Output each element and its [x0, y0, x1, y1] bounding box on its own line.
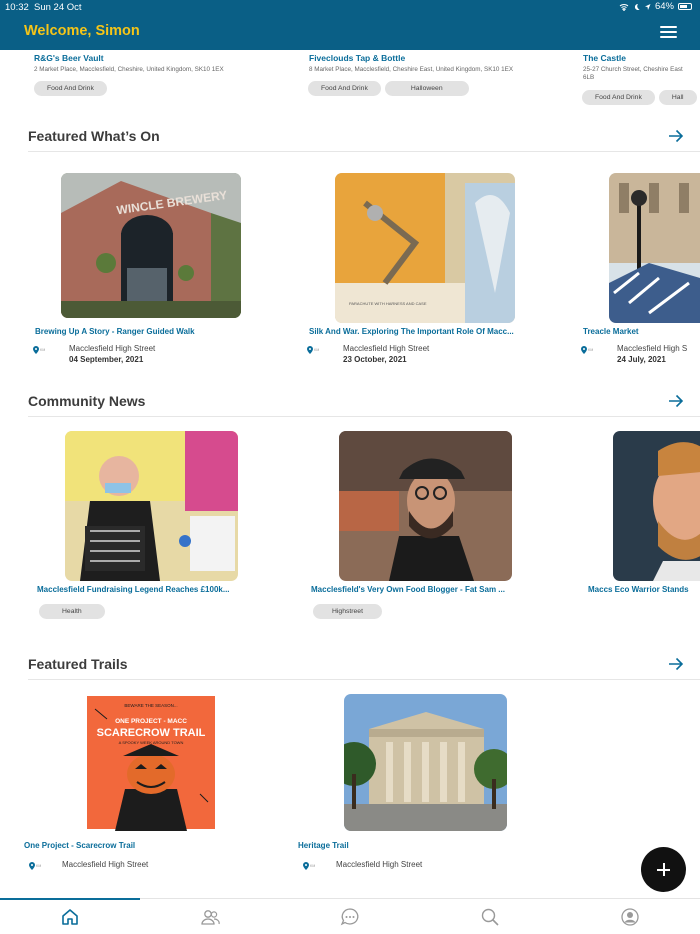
- people-icon[interactable]: [200, 907, 220, 927]
- news-title[interactable]: Macclesfield's Very Own Food Blogger - F…: [311, 585, 505, 594]
- section-title-whats-on: Featured What’s On: [28, 128, 160, 144]
- location-pin-icon: KM: [581, 346, 593, 354]
- trail-location: Macclesfield High Street: [62, 860, 149, 869]
- poster-sub-text: ONE PROJECT - MACC: [115, 718, 187, 725]
- venue-address: 8 Market Place, Macclesfield, Cheshire E…: [309, 66, 514, 73]
- news-tag-chip[interactable]: Health: [39, 604, 105, 619]
- venue-address-line: 6LB: [583, 74, 595, 82]
- news-title[interactable]: Macclesfield Fundraising Legend Reaches …: [37, 585, 230, 594]
- svg-text:KM: KM: [310, 864, 315, 868]
- news-image-accordion[interactable]: [65, 431, 238, 581]
- search-icon[interactable]: [480, 907, 500, 927]
- svg-text:KM: KM: [40, 348, 45, 352]
- trail-image-heritage[interactable]: [344, 694, 507, 831]
- menu-bar-icon: [660, 36, 677, 38]
- status-time: 10:32: [5, 2, 29, 13]
- event-title[interactable]: Brewing Up A Story - Ranger Guided Walk: [35, 327, 195, 336]
- arrow-right-icon[interactable]: [668, 394, 684, 408]
- moon-icon: [634, 3, 640, 10]
- menu-bar-icon: [660, 26, 677, 28]
- trail-title[interactable]: Heritage Trail: [298, 841, 349, 850]
- location-arrow-icon: [644, 3, 651, 10]
- event-image-silk[interactable]: PARACHUTE WITH HARNESS AND CASE: [335, 173, 515, 323]
- app-header: 10:32 Sun 24 Oct 64% Welcome, Simon: [0, 0, 700, 50]
- status-date: Sun 24 Oct: [34, 2, 82, 13]
- news-image-eco-warrior[interactable]: [613, 431, 700, 581]
- event-date: 04 September, 2021: [69, 355, 144, 364]
- venue-name: Fiveclouds Tap & Bottle: [309, 53, 406, 63]
- profile-icon[interactable]: [620, 907, 640, 927]
- trail-location: Macclesfield High Street: [336, 860, 423, 869]
- tag-chip[interactable]: Halloween: [384, 81, 469, 96]
- status-indicators: 64%: [619, 1, 692, 12]
- venue-tags: Food And Drink: [34, 81, 107, 96]
- svg-text:KM: KM: [314, 348, 319, 352]
- bottom-tab-bar: [0, 898, 700, 934]
- battery-percent: 64%: [654, 1, 674, 12]
- battery-icon: [678, 3, 692, 10]
- venue-address: 2 Market Place, Macclesfield, Cheshire, …: [34, 66, 224, 73]
- trail-poster-scarecrow[interactable]: BEWARE THE SEASON... ONE PROJECT - MACC …: [85, 694, 217, 831]
- svg-text:KM: KM: [36, 864, 41, 868]
- news-image-food-blogger[interactable]: [339, 431, 512, 581]
- event-title[interactable]: Treacle Market: [583, 327, 639, 336]
- wifi-icon: [619, 3, 629, 11]
- venue-tags: Food And Drink Hall: [582, 90, 700, 105]
- location-pin-icon: KM: [307, 346, 319, 354]
- venue-address-line: 25-27 Church Street, Cheshire East: [583, 66, 683, 73]
- location-pin-icon: KM: [33, 346, 45, 354]
- active-tab-indicator: [0, 898, 140, 900]
- poster-top-text: BEWARE THE SEASON...: [124, 703, 177, 708]
- news-tag-chip[interactable]: Highstreet: [313, 604, 382, 619]
- tag-chip[interactable]: Hall: [658, 90, 697, 105]
- tag-chip[interactable]: Food And Drink: [34, 81, 107, 96]
- location-pin-icon: KM: [303, 862, 315, 870]
- news-title[interactable]: Maccs Eco Warrior Stands: [588, 585, 689, 594]
- event-location: Macclesfield High Street: [343, 344, 430, 353]
- section-divider: [28, 416, 700, 417]
- svg-text:PARACHUTE WITH HARNESS AND CAS: PARACHUTE WITH HARNESS AND CASE: [349, 301, 427, 306]
- event-date: 24 July, 2021: [617, 355, 666, 364]
- venue-address: 25-27 Church Street, Cheshire East 6LB: [583, 66, 700, 82]
- venue-card[interactable]: Fiveclouds Tap & Bottle 8 Market Place, …: [309, 53, 569, 74]
- section-divider: [28, 679, 700, 680]
- section-divider: [28, 151, 700, 152]
- add-button[interactable]: [641, 847, 686, 892]
- trail-title[interactable]: One Project - Scarecrow Trail: [24, 841, 135, 850]
- venue-card[interactable]: R&G's Beer Vault 2 Market Place, Maccles…: [34, 53, 294, 74]
- section-title-trails: Featured Trails: [28, 656, 128, 672]
- event-title[interactable]: Silk And War. Exploring The Important Ro…: [309, 327, 514, 336]
- status-bar: 10:32 Sun 24 Oct 64%: [0, 0, 700, 14]
- home-icon[interactable]: [60, 907, 80, 927]
- event-image-brewery[interactable]: WINCLE BREWERY: [61, 173, 241, 318]
- event-location: Macclesfield High S: [617, 344, 688, 353]
- arrow-right-icon[interactable]: [668, 129, 684, 143]
- arrow-right-icon[interactable]: [668, 657, 684, 671]
- venue-name: R&G's Beer Vault: [34, 53, 104, 63]
- menu-bar-icon: [660, 31, 677, 33]
- event-image-market[interactable]: [609, 173, 700, 323]
- welcome-title: Welcome, Simon: [24, 23, 140, 39]
- menu-button[interactable]: [660, 26, 678, 39]
- tag-chip[interactable]: Food And Drink: [582, 90, 655, 105]
- venue-tags: Food And Drink Halloween: [308, 81, 469, 96]
- poster-main-text: SCARECROW TRAIL: [97, 727, 206, 739]
- tag-chip[interactable]: Food And Drink: [308, 81, 381, 96]
- section-title-community-news: Community News: [28, 393, 146, 409]
- venue-name: The Castle: [583, 53, 626, 63]
- chat-icon[interactable]: [340, 907, 360, 927]
- venue-card[interactable]: The Castle 25-27 Church Street, Cheshire…: [583, 53, 700, 82]
- svg-text:KM: KM: [588, 348, 593, 352]
- event-date: 23 October, 2021: [343, 355, 407, 364]
- event-location: Macclesfield High Street: [69, 344, 156, 353]
- location-pin-icon: KM: [29, 862, 41, 870]
